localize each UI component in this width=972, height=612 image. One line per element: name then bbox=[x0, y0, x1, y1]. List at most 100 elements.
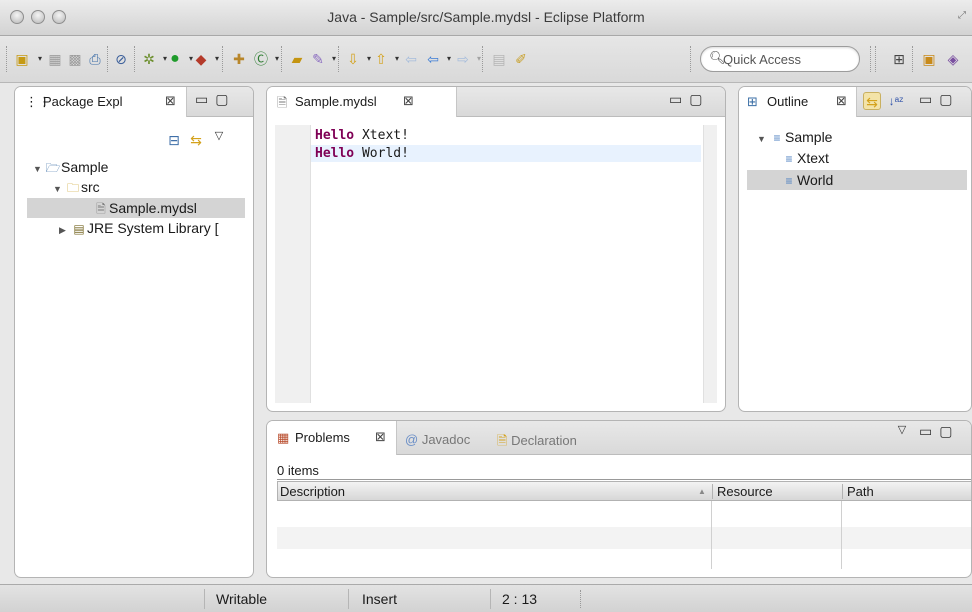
tree-item-src[interactable]: ▼ 🗀 src bbox=[53, 177, 100, 197]
pin-editor-icon[interactable]: ▤ bbox=[490, 50, 508, 68]
tree-item-project[interactable]: ▼ 🗁Sample bbox=[33, 157, 108, 177]
text-token: Xtext! bbox=[354, 128, 409, 143]
tab-label: Sample.mydsl bbox=[295, 94, 377, 109]
print-icon[interactable]: ⎙ bbox=[86, 50, 104, 68]
expand-arrow-icon[interactable]: ▼ bbox=[757, 129, 769, 149]
tab-javadoc[interactable]: @ Javadoc bbox=[405, 432, 470, 447]
minimize-maximize-controls[interactable]: ▭▢ bbox=[919, 423, 959, 440]
open-type-icon[interactable]: ▰ bbox=[288, 50, 306, 68]
problems-count: 0 items bbox=[277, 463, 319, 478]
element-icon: ≡ bbox=[785, 152, 793, 166]
expand-arrow-icon[interactable]: ▼ bbox=[33, 159, 45, 179]
minimize-maximize-controls[interactable]: ▭▢ bbox=[919, 91, 959, 108]
editor-view: 🗎 Sample.mydsl ⊠ ▭▢ Hello Xtext! Hello W… bbox=[266, 86, 726, 412]
quick-access-field[interactable]: 🔍︎ Quick Access bbox=[700, 46, 860, 72]
status-bar: Writable Insert 2 : 13 bbox=[0, 584, 972, 612]
divider bbox=[277, 479, 971, 480]
tab-label: Package Expl bbox=[43, 94, 123, 109]
table-row bbox=[277, 527, 971, 549]
file-icon: 🗎 bbox=[277, 95, 288, 110]
overview-ruler bbox=[703, 125, 717, 403]
column-description[interactable]: Description bbox=[280, 484, 345, 499]
status-divider bbox=[348, 589, 349, 609]
save-all-icon[interactable]: ▩ bbox=[66, 50, 84, 68]
tab-sample-mydsl[interactable]: 🗎 Sample.mydsl ⊠ bbox=[267, 87, 457, 117]
declaration-icon: 🗎 bbox=[497, 433, 508, 448]
tab-package-explorer[interactable]: ⋮⋮ Package Expl ⊠ bbox=[15, 87, 187, 117]
tree-item-sample-mydsl[interactable]: 🗎 Sample.mydsl bbox=[27, 198, 245, 218]
column-divider bbox=[841, 501, 842, 569]
close-icon[interactable]: ⊠ bbox=[403, 93, 414, 109]
view-menu-icon[interactable]: ▽ bbox=[893, 421, 911, 439]
problems-view: ▦ Problems ⊠ @ Javadoc 🗎 Declaration ▽ ▭… bbox=[266, 420, 972, 578]
expand-arrow-icon[interactable]: ▼ bbox=[53, 179, 65, 199]
tree-item-label: Sample.mydsl bbox=[109, 200, 197, 216]
fullscreen-icon[interactable]: ⤢ bbox=[958, 10, 966, 21]
resource-perspective-icon[interactable]: ▣ bbox=[920, 50, 938, 68]
javadoc-icon: @ bbox=[405, 432, 419, 447]
collapse-arrow-icon[interactable]: ▶ bbox=[59, 220, 71, 240]
tab-problems[interactable]: ▦ Problems ⊠ bbox=[267, 421, 397, 455]
save-icon[interactable]: ▦ bbox=[46, 50, 64, 68]
close-icon[interactable]: ⊠ bbox=[165, 93, 176, 109]
skip-breakpoints-icon[interactable]: ⊘ bbox=[112, 50, 130, 68]
new-java-package-icon[interactable]: ✚ bbox=[230, 50, 248, 68]
toolbar-separator bbox=[338, 46, 342, 72]
collapse-all-icon[interactable]: ⊟ bbox=[165, 131, 183, 149]
quick-access-placeholder: Quick Access bbox=[723, 52, 802, 67]
window-titlebar: Java - Sample/src/Sample.mydsl - Eclipse… bbox=[0, 0, 972, 36]
tab-declaration[interactable]: 🗎 Declaration bbox=[497, 432, 577, 454]
outline-item-label: Xtext bbox=[797, 150, 829, 166]
new-wizard-icon[interactable]: ▣ bbox=[13, 50, 31, 68]
tree-item-label: JRE System Library [ bbox=[87, 220, 219, 236]
toolbar-separator bbox=[875, 46, 879, 72]
close-icon[interactable]: ⊠ bbox=[375, 429, 386, 445]
outline-item-label: Sample bbox=[785, 129, 833, 145]
java-perspective-icon[interactable]: ◈ bbox=[944, 50, 962, 68]
editor-ruler bbox=[275, 125, 311, 403]
toolbar-separator bbox=[870, 46, 874, 72]
toggle-mark-occurrences-icon[interactable]: ✐ bbox=[512, 50, 530, 68]
outline-item-xtext[interactable]: ≡ Xtext bbox=[781, 148, 829, 168]
column-resource[interactable]: Resource bbox=[712, 484, 773, 499]
close-icon[interactable]: ⊠ bbox=[836, 93, 847, 109]
last-edit-location-icon[interactable]: ⇦ bbox=[402, 50, 420, 68]
column-path[interactable]: Path bbox=[842, 484, 874, 499]
source-folder-icon: 🗀 bbox=[66, 181, 79, 195]
sort-icon[interactable]: ↓ᵃᶻ bbox=[887, 92, 905, 110]
toolbar-separator bbox=[912, 46, 916, 72]
keyword-token: Hello bbox=[315, 146, 355, 161]
tree-item-label: Sample bbox=[61, 159, 109, 175]
problems-icon: ▦ bbox=[277, 430, 290, 445]
cursor-position: 2 : 13 bbox=[502, 591, 538, 607]
toolbar-separator bbox=[134, 46, 138, 72]
library-icon: ▤ bbox=[73, 222, 85, 236]
project-icon: 🗁 bbox=[45, 161, 61, 175]
link-with-editor-icon[interactable]: ⇆ bbox=[863, 92, 881, 110]
minimize-maximize-controls[interactable]: ▭▢ bbox=[669, 91, 709, 108]
tab-label: Outline bbox=[767, 94, 809, 109]
package-explorer-view: ⋮⋮ Package Expl ⊠ ▭▢ ⊟ ⇆ ▽ ▼ 🗁Sample ▼ 🗀 sr… bbox=[14, 86, 254, 578]
tab-outline[interactable]: ⊞ Outline ⊠ bbox=[739, 87, 857, 117]
toolbar-separator bbox=[281, 46, 285, 72]
toolbar-grip[interactable] bbox=[6, 46, 10, 72]
column-divider bbox=[711, 501, 712, 569]
tab-label: Declaration bbox=[511, 433, 577, 448]
element-icon: ≡ bbox=[785, 174, 793, 188]
view-menu-icon[interactable]: ▽ bbox=[210, 127, 228, 145]
editor-line-1[interactable]: Hello Xtext! bbox=[315, 127, 409, 144]
writable-status: Writable bbox=[216, 591, 268, 607]
tree-item-jre-library[interactable]: ▶ ▤ JRE System Library [ bbox=[59, 218, 218, 238]
main-toolbar: ▣ ▾ ▦ ▩ ⎙ ⊘ ✲ ▾ ● ▾ ◆ ▾ ✚ Ⓒ ▾ ▰ ✎ ▾ ⇩ ▾ … bbox=[0, 37, 972, 83]
file-icon: 🗎 bbox=[96, 202, 106, 216]
toolbar-separator bbox=[690, 46, 694, 72]
outline-icon: ⊞ bbox=[747, 94, 758, 109]
editor-line-2[interactable]: Hello World! bbox=[315, 145, 409, 162]
open-perspective-icon[interactable]: ⊞ bbox=[890, 50, 908, 68]
keyword-token: Hello bbox=[315, 128, 355, 143]
outline-item-world[interactable]: ≡ World bbox=[747, 170, 967, 190]
minimize-maximize-controls[interactable]: ▭▢ bbox=[195, 91, 235, 108]
link-with-editor-icon[interactable]: ⇆ bbox=[187, 131, 205, 149]
toolbar-separator bbox=[222, 46, 226, 72]
outline-item-sample[interactable]: ▼ ≡ Sample bbox=[757, 127, 832, 147]
